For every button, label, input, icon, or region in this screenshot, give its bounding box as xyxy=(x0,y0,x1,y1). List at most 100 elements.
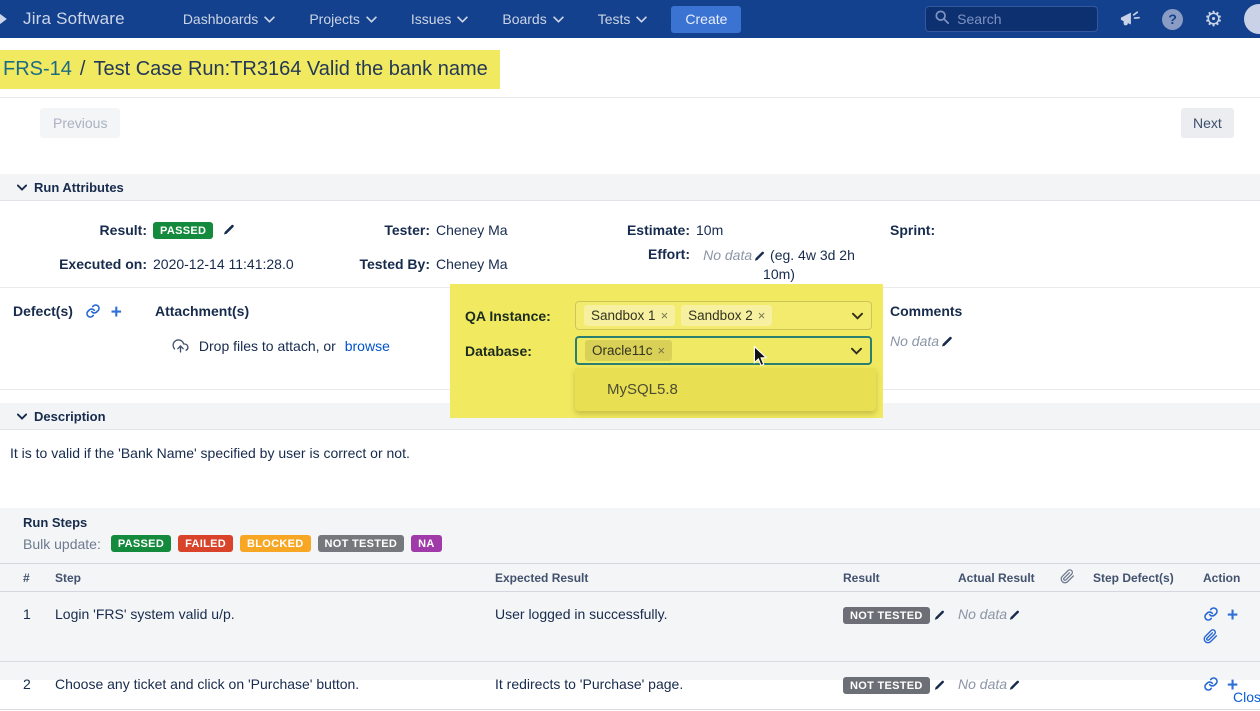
search-input[interactable] xyxy=(957,11,1077,27)
database-chip: Oracle11c × xyxy=(585,340,672,361)
previous-button[interactable]: Previous xyxy=(40,108,120,138)
global-search[interactable] xyxy=(925,6,1098,32)
bulk-failed-button[interactable]: FAILED xyxy=(178,535,233,552)
database-select[interactable]: Oracle11c × xyxy=(575,336,872,365)
col-step-defects: Step Defect(s) xyxy=(1093,571,1203,585)
edit-result-pencil-icon[interactable] xyxy=(222,223,236,237)
edit-effort-pencil-icon[interactable] xyxy=(753,250,766,263)
run-steps-title: Run Steps xyxy=(23,515,87,530)
action-cell: + xyxy=(1203,606,1243,647)
executed-on-label: Executed on: xyxy=(0,256,147,272)
effort-hint: (eg. 4w 3d 2h 10m) xyxy=(763,247,855,282)
section-title: Description xyxy=(34,409,106,424)
upload-cloud-icon xyxy=(172,338,189,357)
announcements-icon[interactable] xyxy=(1119,9,1141,29)
next-button[interactable]: Next xyxy=(1181,108,1234,138)
user-avatar[interactable] xyxy=(1244,4,1260,34)
nav-menu-boards[interactable]: Boards xyxy=(488,0,577,38)
attachment-dropzone[interactable]: Drop files to attach, or browse xyxy=(172,338,390,357)
chip-remove-icon[interactable]: × xyxy=(758,308,766,323)
comments-value: No data xyxy=(890,333,939,349)
bulk-not-tested-button[interactable]: NOT TESTED xyxy=(318,535,405,552)
step-status-badge: NOT TESTED xyxy=(843,677,930,694)
link-defect-icon[interactable] xyxy=(85,303,101,322)
link-step-defect-icon[interactable] xyxy=(1203,676,1219,695)
run-title-text: Test Case Run:TR3164 Valid the bank name xyxy=(93,58,487,81)
nav-menu-dashboards[interactable]: Dashboards xyxy=(169,0,290,38)
search-icon xyxy=(935,10,949,29)
section-title: Run Attributes xyxy=(34,180,124,195)
defects-label: Defect(s) xyxy=(13,303,73,319)
col-expected: Expected Result xyxy=(495,571,843,585)
col-result: Result xyxy=(843,571,958,585)
link-step-defect-icon[interactable] xyxy=(1203,606,1219,625)
step-text: Choose any ticket and click on 'Purchase… xyxy=(55,676,495,692)
top-navbar: Jira Software Dashboards Projects Issues… xyxy=(0,0,1260,38)
sprint-label: Sprint: xyxy=(890,222,935,238)
chevron-down-icon xyxy=(851,342,862,360)
jira-logo-icon xyxy=(0,8,16,30)
nav-menu-projects[interactable]: Projects xyxy=(295,0,391,38)
chevron-down-icon xyxy=(553,16,564,23)
add-step-defect-plus-icon[interactable]: + xyxy=(1227,606,1238,625)
create-button[interactable]: Create xyxy=(671,6,741,33)
comments-field: No data xyxy=(890,333,954,349)
nav-menu-label: Issues xyxy=(411,11,451,27)
result-field: PASSED xyxy=(153,221,236,239)
step-num: 1 xyxy=(23,606,55,622)
jira-logo-text: Jira Software xyxy=(23,9,125,29)
tested-by-label: Tested By: xyxy=(300,256,430,272)
bulk-na-button[interactable]: NA xyxy=(411,535,442,552)
edit-comments-pencil-icon[interactable] xyxy=(940,335,954,349)
attach-file-icon[interactable] xyxy=(1203,629,1218,647)
edit-actual-result-pencil-icon[interactable] xyxy=(1008,609,1021,622)
executed-on-value: 2020-12-14 11:41:28.0 xyxy=(153,256,294,272)
database-option-mysql[interactable]: MySQL5.8 xyxy=(575,368,876,411)
chevron-down-icon xyxy=(17,184,27,191)
qa-fields-highlight-overlay: QA Instance: Sandbox 1 × Sandbox 2 × Dat… xyxy=(450,284,883,418)
effort-field: No data (eg. 4w 3d 2h 10m) xyxy=(696,246,862,284)
step-result-field: NOT TESTED xyxy=(843,676,958,694)
edit-actual-result-pencil-icon[interactable] xyxy=(1008,679,1021,692)
chevron-down-icon xyxy=(366,16,377,23)
add-defect-plus-icon[interactable]: + xyxy=(111,303,122,322)
close-link[interactable]: Clos xyxy=(1233,689,1260,705)
chevron-down-icon xyxy=(264,16,275,23)
qa-instance-select[interactable]: Sandbox 1 × Sandbox 2 × xyxy=(575,301,872,330)
edit-step-result-pencil-icon[interactable] xyxy=(933,679,946,692)
edit-step-result-pencil-icon[interactable] xyxy=(933,609,946,622)
defects-block: Defect(s) + xyxy=(13,303,122,322)
actual-result-field: No data xyxy=(958,676,1060,692)
qa-instance-chip: Sandbox 2 × xyxy=(681,305,772,326)
chip-label: Sandbox 1 xyxy=(591,308,656,323)
chip-remove-icon[interactable]: × xyxy=(658,343,666,358)
nav-menu-tests[interactable]: Tests xyxy=(584,0,662,38)
estimate-value: 10m xyxy=(696,222,723,238)
run-attributes-section-header[interactable]: Run Attributes xyxy=(0,174,1260,201)
gear-glyph: ⚙ xyxy=(1204,9,1223,30)
chevron-down-icon xyxy=(636,16,647,23)
bulk-blocked-button[interactable]: BLOCKED xyxy=(240,535,311,552)
actual-result-value: No data xyxy=(958,606,1007,622)
help-icon[interactable]: ? xyxy=(1162,9,1183,30)
chevron-down-icon xyxy=(457,16,468,23)
bulk-passed-button[interactable]: PASSED xyxy=(111,535,171,552)
browse-link[interactable]: browse xyxy=(345,338,390,354)
settings-gear-icon[interactable]: ⚙ xyxy=(1204,9,1223,30)
nav-menu-label: Boards xyxy=(502,11,546,27)
bulk-update-row: Bulk update: PASSED FAILED BLOCKED NOT T… xyxy=(23,535,442,552)
col-step: Step xyxy=(55,571,495,585)
jira-logo[interactable]: Jira Software xyxy=(0,8,125,30)
navbar-right: ? ⚙ xyxy=(925,4,1260,34)
expected-result-text: It redirects to 'Purchase' page. xyxy=(495,676,843,692)
chip-remove-icon[interactable]: × xyxy=(661,308,669,323)
nav-menu-issues[interactable]: Issues xyxy=(397,0,482,38)
run-steps-table: # Step Expected Result Result Actual Res… xyxy=(0,563,1260,710)
col-actual: Actual Result xyxy=(958,571,1060,585)
run-steps-panel: Run Steps Bulk update: PASSED FAILED BLO… xyxy=(0,508,1260,680)
breadcrumb-issue-link[interactable]: FRS-14 xyxy=(3,58,72,81)
nav-menu-label: Tests xyxy=(598,11,631,27)
bulk-update-label: Bulk update: xyxy=(23,536,101,552)
tester-value: Cheney Ma xyxy=(436,222,508,238)
effort-label: Effort: xyxy=(560,246,690,262)
